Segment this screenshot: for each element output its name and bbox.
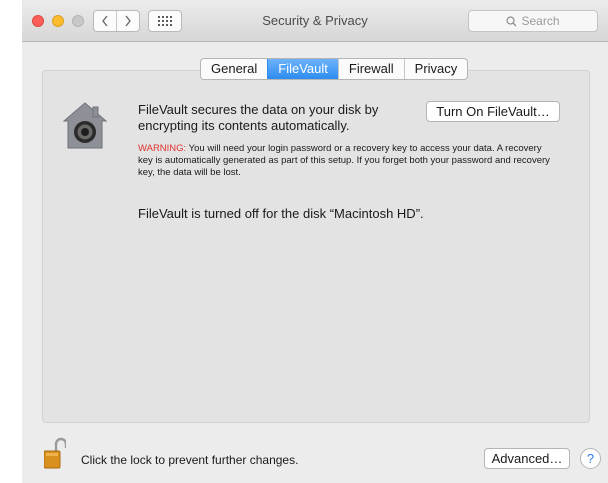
- title-bar: Security & Privacy Search: [22, 0, 608, 42]
- tab-privacy[interactable]: Privacy: [403, 59, 468, 79]
- advanced-button[interactable]: Advanced…: [484, 448, 570, 469]
- tab-firewall[interactable]: Firewall: [337, 59, 404, 79]
- search-field[interactable]: Search: [468, 10, 598, 32]
- preferences-window: Security & Privacy Search General FileVa…: [22, 0, 608, 483]
- tab-bar: General FileVault Firewall Privacy: [200, 58, 469, 80]
- turn-on-filevault-button[interactable]: Turn On FileVault…: [426, 101, 560, 122]
- warning-label: WARNING:: [138, 143, 187, 154]
- filevault-house-icon: [62, 102, 108, 149]
- filevault-description: FileVault secures the data on your disk …: [138, 102, 379, 133]
- search-placeholder: Search: [521, 14, 560, 28]
- filevault-status: FileVault is turned off for the disk “Ma…: [138, 206, 424, 221]
- lock-status-text: Click the lock to prevent further change…: [81, 453, 299, 467]
- lock-icon[interactable]: [44, 437, 66, 469]
- warning-text: You will need your login password or a r…: [138, 143, 550, 178]
- tab-filevault[interactable]: FileVault: [267, 59, 338, 79]
- filevault-warning: WARNING: You will need your login passwo…: [138, 143, 558, 179]
- help-button[interactable]: ?: [580, 448, 601, 469]
- tab-general[interactable]: General: [201, 59, 267, 79]
- search-icon: [506, 15, 517, 26]
